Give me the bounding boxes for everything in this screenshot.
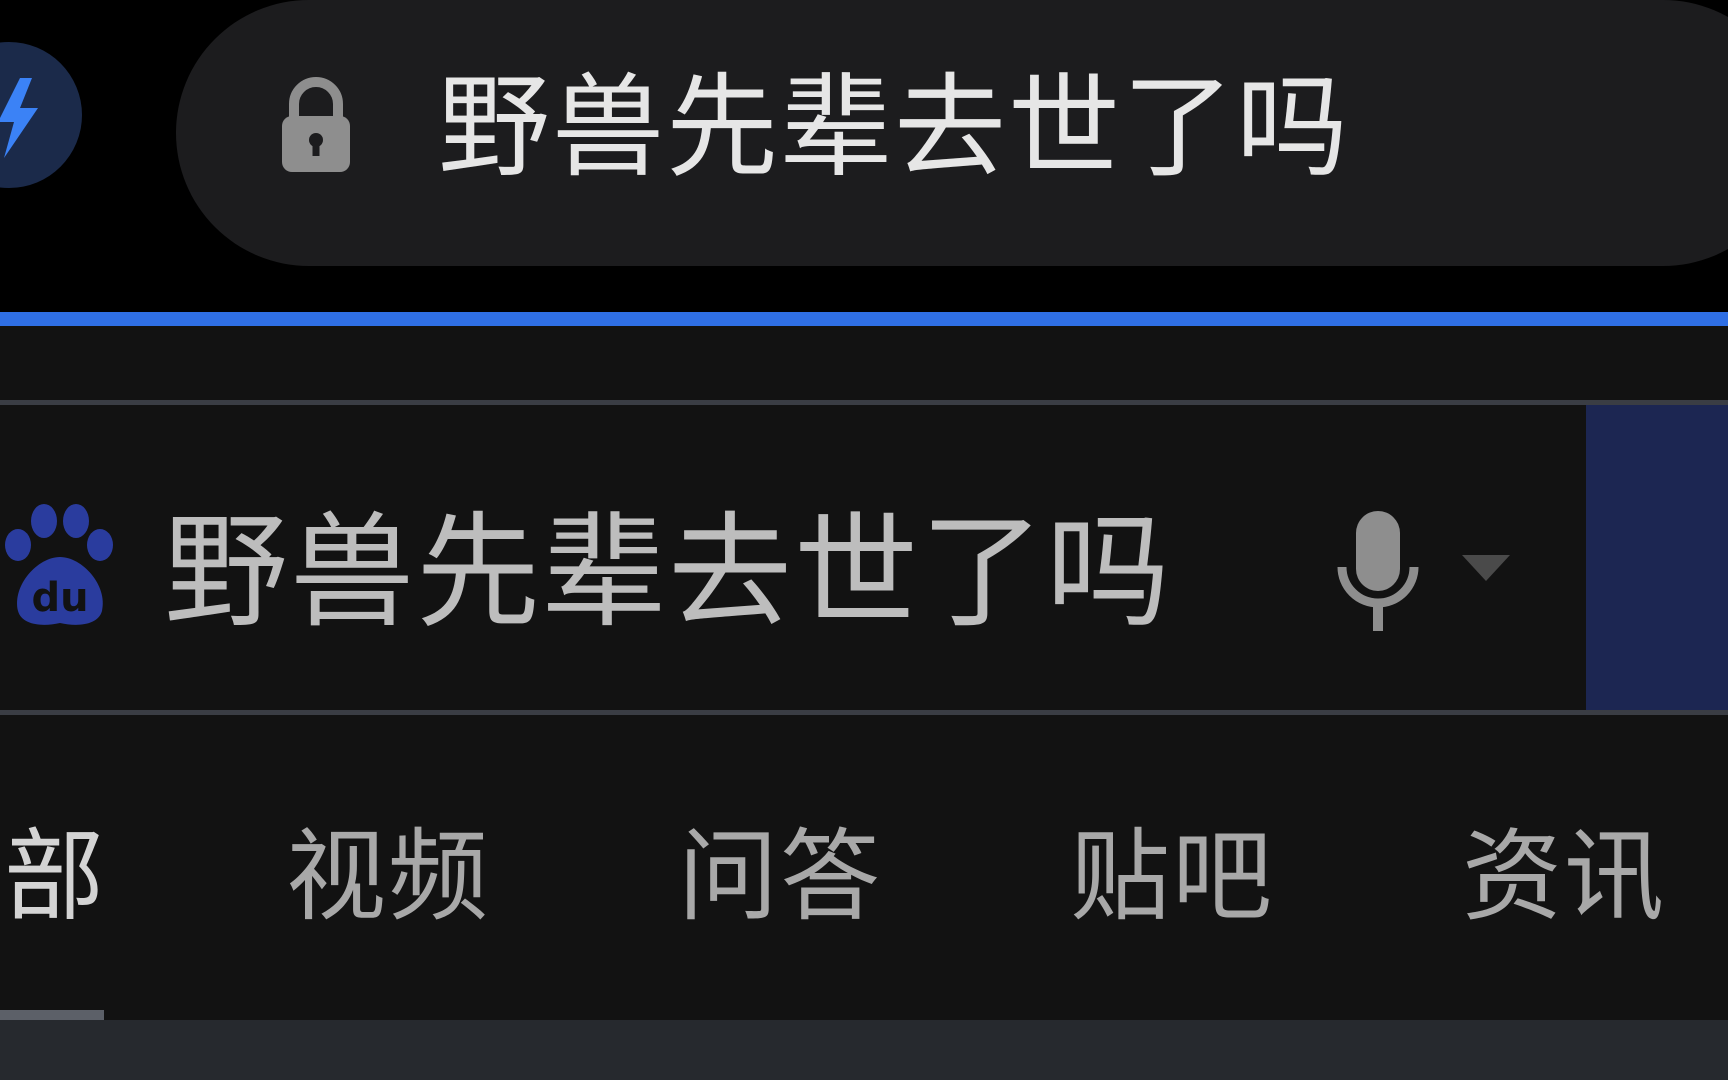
toolbar-strip (0, 326, 1728, 400)
search-input[interactable] (164, 491, 1284, 631)
tab-tieba[interactable]: 贴吧 (1070, 819, 1274, 935)
address-bar-text: 野兽先辈去世了吗 (438, 63, 1350, 193)
microphone-icon[interactable] (1336, 511, 1420, 637)
tab-all[interactable]: 部 (4, 819, 106, 935)
baidu-paw-icon: du (5, 504, 113, 625)
search-category-tabs: 部 视频 问答 贴吧 资讯 (0, 715, 1728, 1020)
tab-video[interactable]: 视频 (286, 819, 490, 935)
content-area-edge (0, 1020, 1728, 1080)
tab-news[interactable]: 资讯 (1462, 819, 1666, 935)
address-bar[interactable]: 野兽先辈去世了吗 (176, 0, 1728, 266)
tab-qa[interactable]: 问答 (678, 819, 882, 935)
browser-window: 野兽先辈去世了吗 du 部 视频 问答 贴吧 资讯 (0, 0, 1728, 1080)
active-tab-indicator (0, 1010, 104, 1020)
svg-text:du: du (31, 575, 88, 621)
browser-top-bar: 野兽先辈去世了吗 (0, 0, 1728, 312)
caret-down-icon[interactable] (1462, 555, 1510, 581)
app-badge[interactable] (0, 42, 82, 188)
lock-icon (282, 77, 350, 172)
page-load-progress-line (0, 312, 1728, 326)
search-button[interactable] (1586, 405, 1728, 715)
lightning-bolt-icon (0, 78, 38, 158)
search-bar: du (0, 405, 1728, 715)
